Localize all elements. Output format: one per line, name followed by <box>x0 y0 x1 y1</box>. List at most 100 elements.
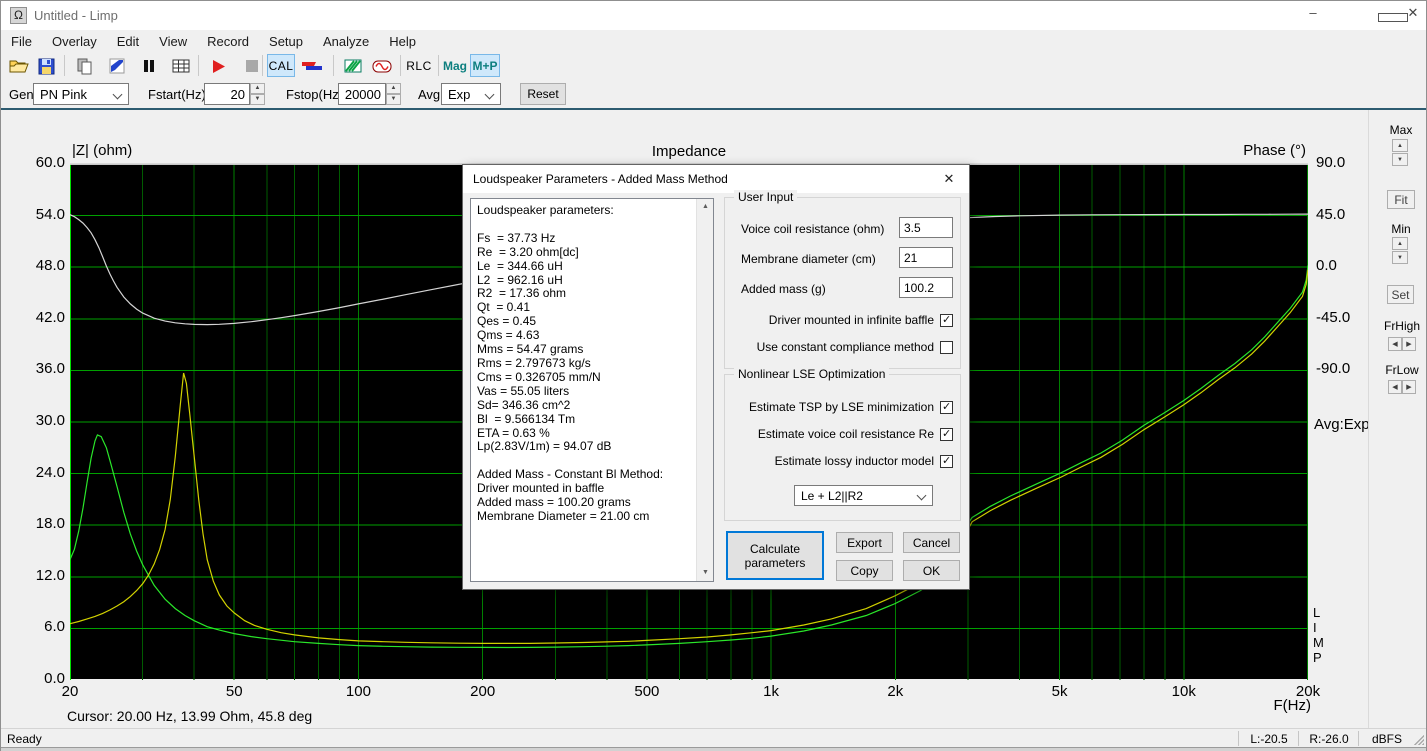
record-stop-button[interactable] <box>240 54 264 78</box>
membrane-diameter-label: Membrane diameter (cm) <box>741 252 876 266</box>
fstart-spinner[interactable]: ▲ ▼ <box>250 83 265 105</box>
tsp-lse-checkbox-row[interactable]: Estimate TSP by LSE minimization ✓ <box>724 400 953 414</box>
calibrate-button[interactable]: CAL <box>267 54 295 77</box>
menu-item-analyze[interactable]: Analyze <box>313 32 379 51</box>
fit-button[interactable]: Fit <box>1387 190 1415 209</box>
cancel-label: Cancel <box>913 536 950 550</box>
calculate-parameters-button[interactable]: Calculate parameters <box>726 531 824 580</box>
record-start-button[interactable] <box>207 54 231 78</box>
compliance-checkbox-label: Use constant compliance method <box>757 340 934 354</box>
added-mass-label: Added mass (g) <box>741 282 826 296</box>
scroll-down-icon[interactable]: ▼ <box>697 565 714 581</box>
edit-pen-button[interactable] <box>105 54 129 78</box>
close-button[interactable]: ✕ <box>1398 5 1427 21</box>
chevron-down-icon <box>917 491 927 501</box>
fstop-input[interactable]: 20000 <box>338 83 386 105</box>
frlow-label: FrLow <box>1380 363 1424 377</box>
generator-button[interactable] <box>370 54 394 78</box>
voice-coil-resistance-value: 3.5 <box>904 221 921 235</box>
voice-coil-resistance-input[interactable]: 3.5 <box>899 217 953 238</box>
set-button[interactable]: Set <box>1387 285 1414 304</box>
inductor-model-select[interactable]: Le + L2||R2 <box>794 485 933 506</box>
max-down-button[interactable]: ▼ <box>1392 153 1408 166</box>
menu-item-edit[interactable]: Edit <box>107 32 149 51</box>
cancel-button[interactable]: Cancel <box>903 532 960 553</box>
spin-down-icon[interactable]: ▼ <box>386 94 401 105</box>
fstop-spinner[interactable]: ▲ ▼ <box>386 83 401 105</box>
magnitude-view-button[interactable]: Mag <box>442 54 468 78</box>
rlc-meter-button[interactable]: RLC <box>405 54 433 78</box>
frhigh-left-button[interactable]: ◀ <box>1388 337 1402 351</box>
limp-watermark: L I M P <box>1313 605 1324 665</box>
menu-item-help[interactable]: Help <box>379 32 426 51</box>
fstart-input[interactable]: 20 <box>204 83 250 105</box>
save-button[interactable] <box>34 54 58 78</box>
lossy-inductor-checkbox[interactable]: ✓ <box>940 455 953 468</box>
y-axis-tick-left: 18.0 <box>19 515 65 532</box>
ok-button[interactable]: OK <box>903 560 960 581</box>
dialog-title-bar[interactable]: Loudspeaker Parameters - Added Mass Meth… <box>463 165 969 193</box>
status-ready: Ready <box>7 732 42 746</box>
x-axis-tick: 100 <box>333 683 383 700</box>
save-floppy-icon <box>38 58 55 75</box>
min-down-button[interactable]: ▼ <box>1392 251 1408 264</box>
fstart-value: 20 <box>231 87 245 102</box>
frlow-right-button[interactable]: ▶ <box>1402 380 1416 394</box>
parameters-text-area[interactable]: Loudspeaker parameters: Fs = 37.73 Hz Re… <box>470 198 714 582</box>
spin-up-icon[interactable]: ▲ <box>250 83 265 94</box>
pause-icon <box>143 59 155 73</box>
export-button[interactable]: Export <box>836 532 893 553</box>
frlow-left-button[interactable]: ◀ <box>1388 380 1402 394</box>
y-axis-tick-right: 0.0 <box>1316 257 1366 274</box>
open-file-button[interactable] <box>7 54 31 78</box>
menu-item-file[interactable]: File <box>1 32 42 51</box>
menu-item-setup[interactable]: Setup <box>259 32 313 51</box>
menu-item-record[interactable]: Record <box>197 32 259 51</box>
compliance-checkbox-row[interactable]: Use constant compliance method ✓ <box>724 340 953 354</box>
y-axis-tick-left: 48.0 <box>19 257 65 274</box>
fstop-label: Fstop(Hz) <box>286 87 343 102</box>
avg-select[interactable]: Exp <box>441 83 501 105</box>
max-up-button[interactable]: ▲ <box>1392 139 1408 152</box>
generator-type-select[interactable]: PN Pink <box>33 83 129 105</box>
minimize-button[interactable]: – <box>1298 5 1328 20</box>
resize-grip[interactable] <box>1414 735 1424 745</box>
membrane-diameter-input[interactable]: 21 <box>899 247 953 268</box>
spectrum-button[interactable] <box>341 54 365 78</box>
spin-up-icon[interactable]: ▲ <box>386 83 401 94</box>
magnitude-phase-view-button[interactable]: M+P <box>470 54 500 77</box>
table-view-button[interactable] <box>169 54 193 78</box>
play-icon <box>212 59 226 74</box>
mag-label: Mag <box>443 59 467 73</box>
x-axis-tick: 20 <box>45 683 95 700</box>
x-axis-tick: 50 <box>209 683 259 700</box>
menu-item-overlay[interactable]: Overlay <box>42 32 107 51</box>
lossy-inductor-checkbox-row[interactable]: Estimate lossy inductor model ✓ <box>724 454 953 468</box>
x-axis-tick: 20k <box>1283 683 1333 700</box>
estimate-re-checkbox[interactable]: ✓ <box>940 428 953 441</box>
x-axis-tick: 2k <box>870 683 920 700</box>
pause-button[interactable] <box>137 54 161 78</box>
baffle-checkbox-label: Driver mounted in infinite baffle <box>769 313 934 327</box>
baffle-checkbox[interactable]: ✓ <box>940 314 953 327</box>
added-mass-input[interactable]: 100.2 <box>899 277 953 298</box>
dialog-close-button[interactable]: ✕ <box>929 165 969 193</box>
text-scrollbar[interactable]: ▲ ▼ <box>696 199 713 581</box>
estimate-re-checkbox-row[interactable]: Estimate voice coil resistance Re ✓ <box>724 427 953 441</box>
signal-flag-button[interactable] <box>300 54 324 78</box>
scroll-up-icon[interactable]: ▲ <box>697 199 714 215</box>
chevron-down-icon <box>113 90 123 100</box>
status-right-level: R:-26.0 <box>1301 732 1357 746</box>
reset-button[interactable]: Reset <box>520 83 566 105</box>
status-unit: dBFS <box>1361 732 1413 746</box>
compliance-checkbox[interactable]: ✓ <box>940 341 953 354</box>
tsp-lse-checkbox[interactable]: ✓ <box>940 401 953 414</box>
min-up-button[interactable]: ▲ <box>1392 237 1408 250</box>
stop-icon <box>246 60 258 72</box>
copy-button-dialog[interactable]: Copy <box>836 560 893 581</box>
spin-down-icon[interactable]: ▼ <box>250 94 265 105</box>
frhigh-right-button[interactable]: ▶ <box>1402 337 1416 351</box>
copy-button[interactable] <box>73 54 97 78</box>
menu-item-view[interactable]: View <box>149 32 197 51</box>
baffle-checkbox-row[interactable]: Driver mounted in infinite baffle ✓ <box>724 313 953 327</box>
